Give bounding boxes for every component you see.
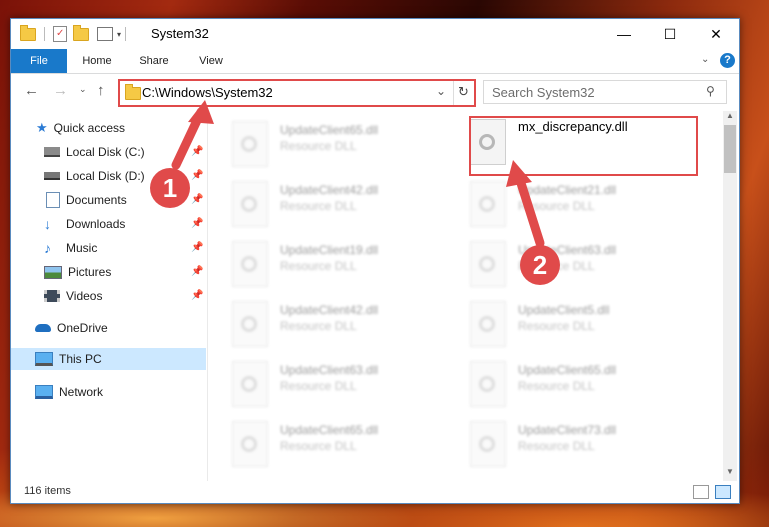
arrow-to-file — [506, 160, 545, 248]
arrow-to-address-bar — [171, 100, 214, 170]
annotation-arrows — [171, 100, 545, 248]
callout-badge-2: 2 — [520, 245, 560, 285]
callout-badge-1: 1 — [150, 168, 190, 208]
